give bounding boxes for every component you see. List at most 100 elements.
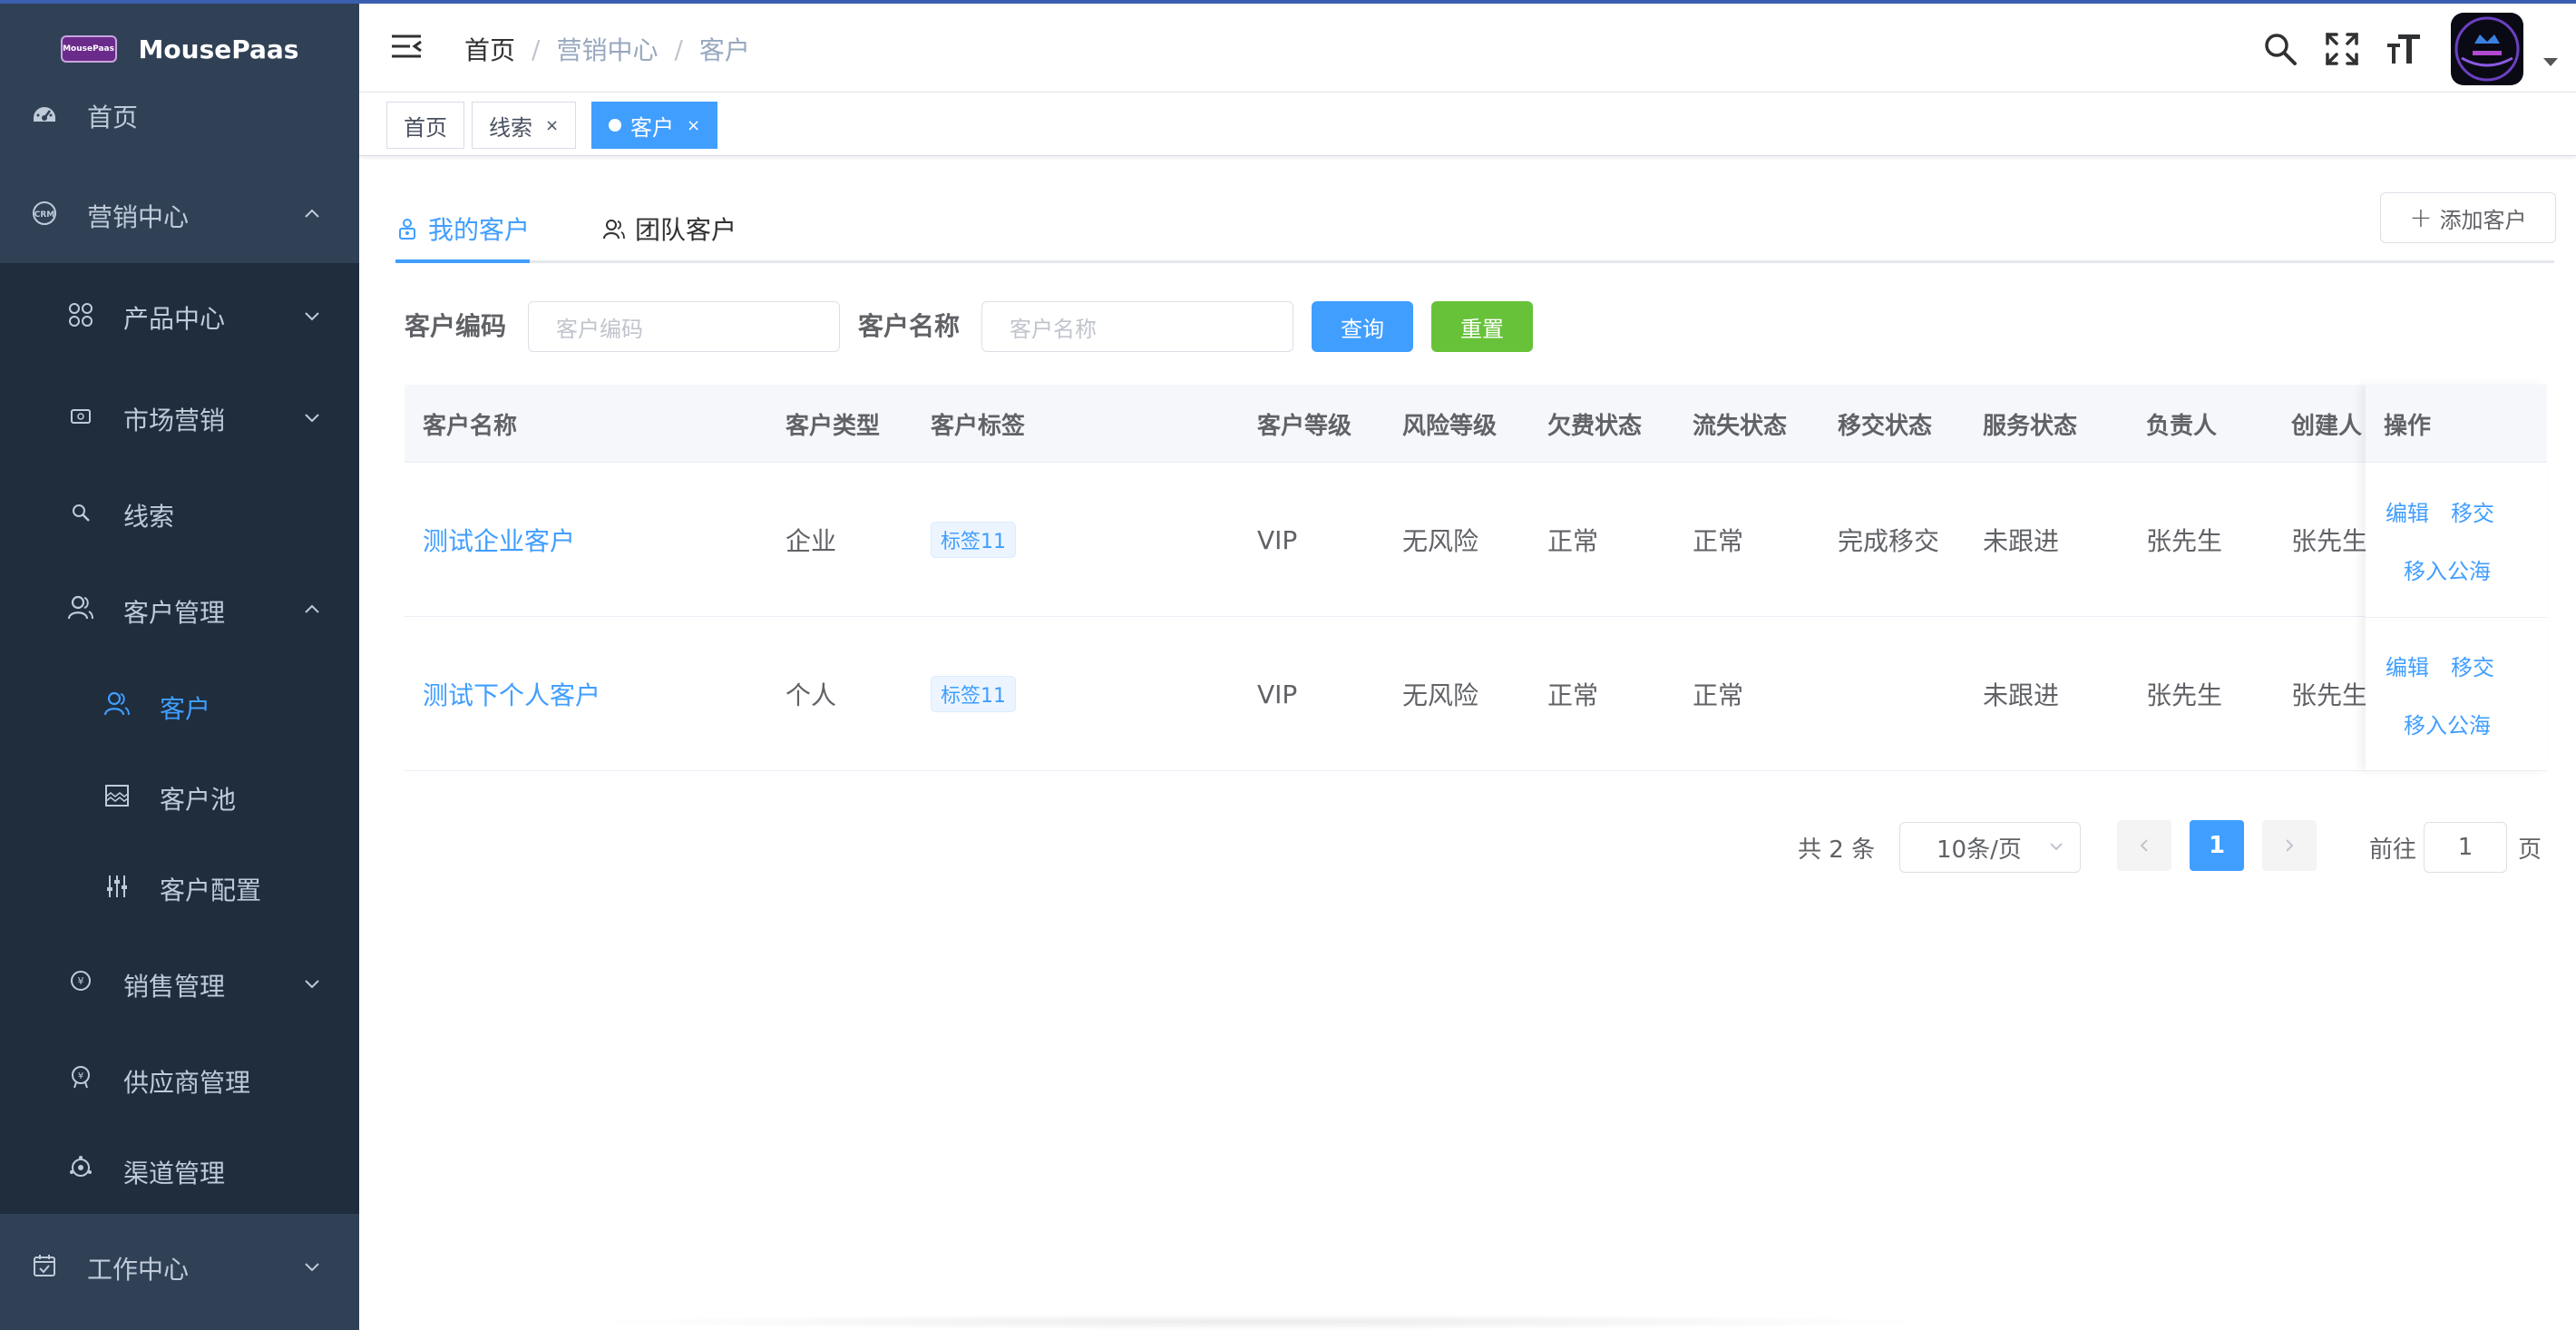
column-header: 风险等级 [1402,412,1498,440]
chevron-down-icon [305,312,319,321]
sales-icon: ¥ [67,967,94,994]
prev-page-button[interactable] [2117,820,2171,871]
product-grid-icon [67,301,94,328]
svg-text:¥: ¥ [78,975,84,987]
sidebar-logo[interactable]: MousePaas MousePaas [0,4,359,94]
tab-label: 团队客户 [635,215,737,245]
crm-icon: CRM [31,200,58,227]
button-label: 重置 [1460,316,1504,342]
service-status: 未跟进 [1983,680,2060,710]
hamburger-fold-icon[interactable] [390,33,423,60]
sidebar-item-label: 营销中心 [87,202,190,232]
button-label: 查询 [1341,316,1384,342]
button-label: 添加客户 [2439,207,2527,233]
column-header: 欠费状态 [1547,412,1643,440]
pool-icon [103,782,131,809]
sidebar-item-marketing-center[interactable]: CRM 营销中心 [0,191,359,236]
fixed-operations-column: 操作 编辑 移交 移入公海 编辑 移交 移入公海 [2366,385,2547,771]
page-number-current[interactable]: 1 [2190,820,2244,871]
transfer-status: 完成移交 [1838,526,1940,556]
close-icon[interactable]: × [545,116,559,135]
customer-name-input[interactable]: 客户名称 [981,301,1293,352]
page-size-select[interactable]: 10条/页 [1899,822,2081,873]
table-row: 测试下个人客户 个人 标签11 VIP 无风险 正常 正常 未跟进 张先生 张先… [405,617,2547,771]
tagsview-tag-customer[interactable]: 客户 × [591,102,718,149]
sidebar: MousePaas MousePaas 首页 CRM 营销中心 产品中心 市场营… [0,0,359,1330]
close-icon[interactable]: × [687,116,700,135]
page-size-value: 10条/页 [1937,836,2022,864]
transfer-link[interactable]: 移交 [2451,495,2494,527]
customer-name-link[interactable]: 测试企业客户 [423,520,575,560]
fullscreen-icon[interactable] [2324,31,2360,67]
sidebar-item-label: 产品中心 [123,304,226,334]
caret-down-icon[interactable] [2543,58,2558,66]
avatar[interactable] [2451,13,2523,85]
supplier-icon: ¥ [67,1063,94,1090]
risk-level: 无风险 [1402,526,1479,556]
column-header: 客户标签 [931,412,1026,440]
logo-text: MousePaas [138,34,299,64]
chevron-up-icon [305,209,319,218]
tagsview-tag-clue[interactable]: 线索 × [472,102,577,149]
owner: 张先生 [2146,680,2223,710]
move-to-pool-link[interactable]: 移入公海 [2404,708,2491,739]
tab-my-customers[interactable]: 我的客户 [395,209,530,249]
sidebar-item-market[interactable]: 市场营销 [0,394,359,439]
reset-button[interactable]: 重置 [1431,301,1533,352]
sidebar-item-clue[interactable]: 线索 [0,490,359,535]
move-to-pool-link[interactable]: 移入公海 [2404,553,2491,585]
arrears-status: 正常 [1547,680,1599,710]
sidebar-item-sales[interactable]: ¥ 销售管理 [0,960,359,1005]
top-accent-line [0,0,2576,4]
add-customer-button[interactable]: + 添加客户 [2380,192,2556,243]
user-icon [103,689,131,717]
calendar-check-icon [31,1252,58,1279]
row-divider [2366,770,2547,771]
chevron-down-icon [305,414,319,423]
goto-page-input[interactable]: 1 [2424,822,2507,873]
sidebar-item-customer-management[interactable]: 客户管理 [0,586,359,631]
sidebar-item-customer-config[interactable]: 客户配置 [0,864,359,909]
next-page-button[interactable] [2262,820,2317,871]
column-header: 操作 [2384,412,2432,440]
customer-tag: 标签11 [931,522,1016,558]
customer-name-link[interactable]: 测试下个人客户 [423,674,600,714]
sidebar-item-customer-pool[interactable]: 客户池 [0,773,359,818]
customer-level: VIP [1257,679,1298,709]
sidebar-item-product-center[interactable]: 产品中心 [0,292,359,337]
sidebar-item-channel[interactable]: 渠道管理 [0,1147,359,1192]
query-button[interactable]: 查询 [1312,301,1413,352]
column-header: 服务状态 [1983,412,2078,440]
sidebar-item-label: 客户池 [160,785,237,815]
customer-level: VIP [1257,524,1298,555]
font-size-icon[interactable] [2386,31,2422,67]
customer-code-input[interactable]: 客户编码 [528,301,840,352]
column-header: 客户名称 [423,412,518,440]
search-icon[interactable] [2262,31,2298,67]
sidebar-item-label: 销售管理 [123,972,226,1002]
transfer-link[interactable]: 移交 [2451,650,2494,681]
risk-level: 无风险 [1402,680,1479,710]
sidebar-item-label: 客户 [160,694,211,724]
column-header: 移交状态 [1838,412,1933,440]
churn-status: 正常 [1693,680,1744,710]
sidebar-item-label: 首页 [87,103,139,132]
sidebar-item-home[interactable]: 首页 [0,91,359,136]
edit-link[interactable]: 编辑 [2386,650,2429,681]
sidebar-item-work-center[interactable]: 工作中心 [0,1243,359,1288]
breadcrumb-separator: / [532,34,541,64]
customer-type: 个人 [785,680,837,710]
breadcrumb-home[interactable]: 首页 [464,31,515,67]
breadcrumb-current: 客户 [698,35,750,65]
tab-team-customers[interactable]: 团队客户 [602,209,737,249]
sidebar-item-label: 工作中心 [87,1255,190,1285]
sidebar-item-customer[interactable]: 客户 [0,682,359,728]
edit-link[interactable]: 编辑 [2386,495,2429,527]
marketing-icon [67,403,94,430]
user-icon [67,593,94,621]
goto-value: 1 [2457,834,2474,861]
sidebar-item-supplier[interactable]: ¥ 供应商管理 [0,1056,359,1101]
tagsview-tag-home[interactable]: 首页 [386,102,464,149]
table-row: 测试企业客户 企业 标签11 VIP 无风险 正常 正常 完成移交 未跟进 张先… [405,463,2547,617]
column-header: 创建人 [2291,412,2363,440]
